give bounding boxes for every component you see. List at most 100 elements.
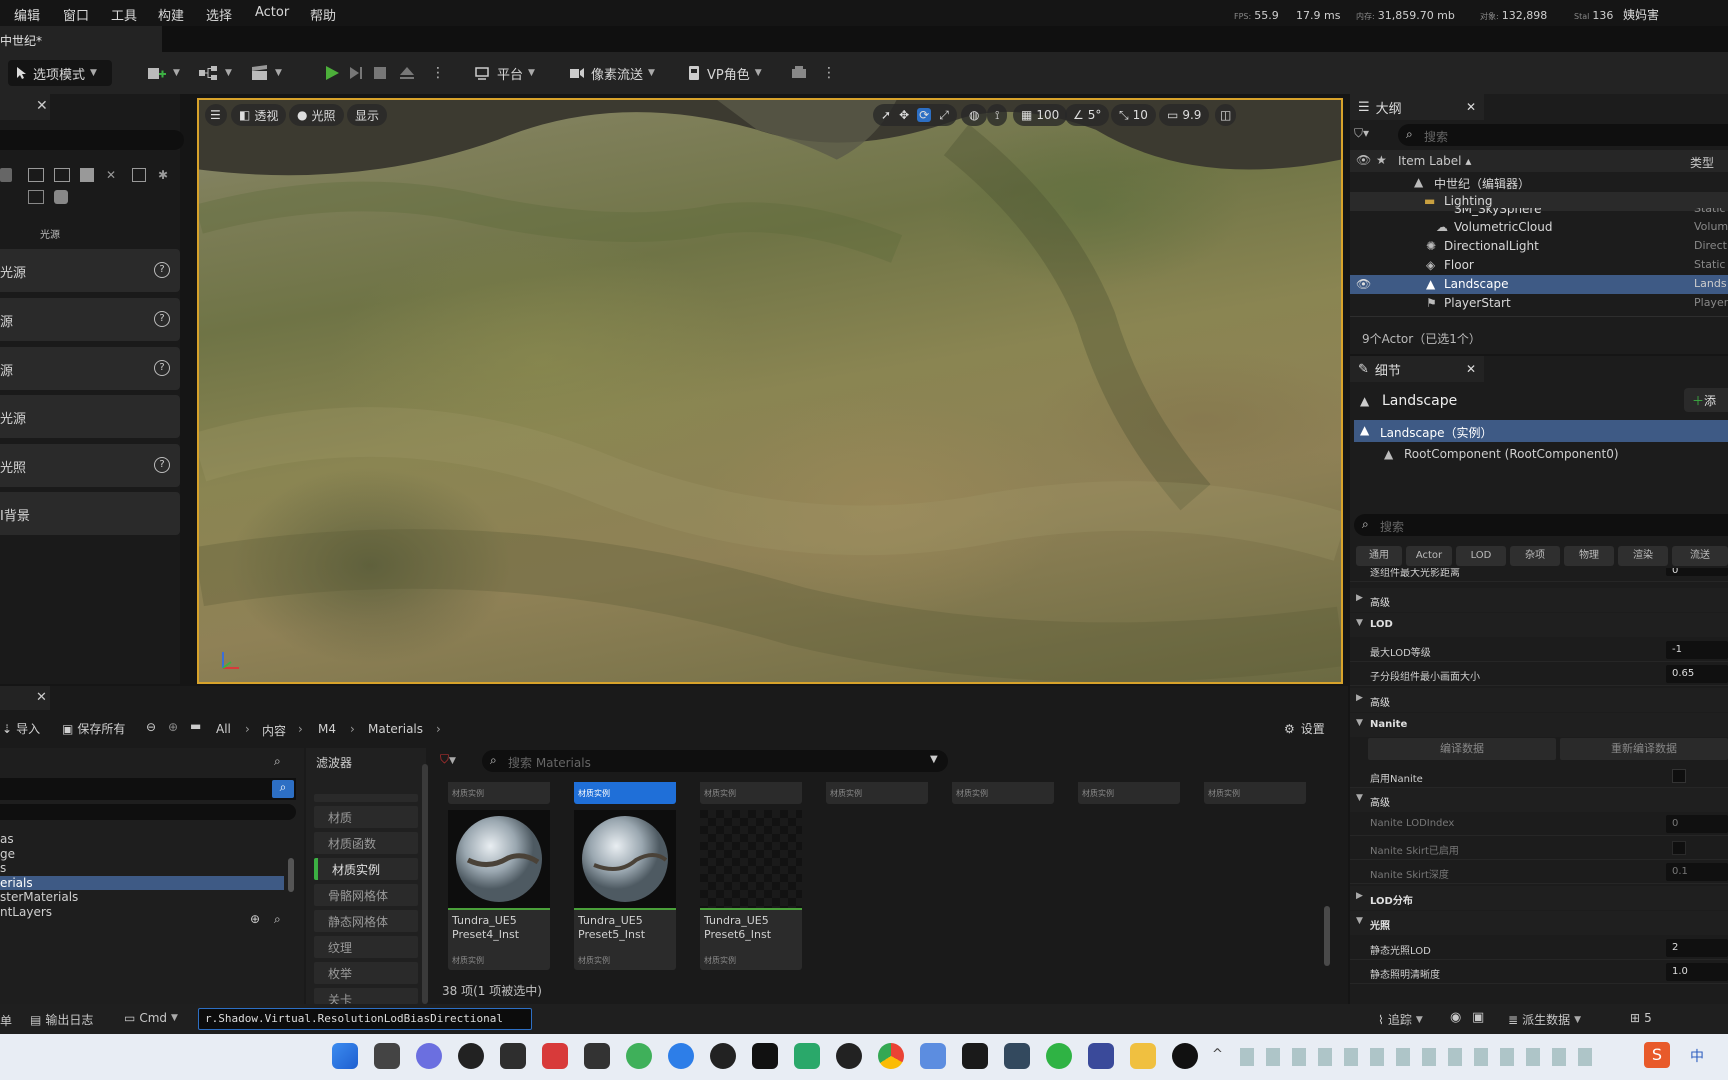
place-item-sky-light[interactable]: 光照?	[0, 444, 180, 487]
task-view-icon[interactable]	[374, 1043, 400, 1069]
visual-category-icon[interactable]	[132, 168, 146, 182]
move-icon[interactable]: ✥	[899, 108, 909, 122]
folder-item[interactable]: sterMaterials	[0, 890, 284, 905]
enable-nanite-checkbox[interactable]	[1672, 769, 1686, 783]
import-button[interactable]: ⇣ 导入	[2, 720, 40, 737]
asset-tile-partial[interactable]: 材质实例	[1078, 782, 1180, 804]
close-icon[interactable]: ✕	[36, 690, 47, 705]
epic-games-icon[interactable]	[752, 1043, 778, 1069]
filter-skeletal-mesh[interactable]: 骨骼网格体	[314, 884, 418, 906]
trace-button[interactable]: ⌇ 追踪 ▼	[1378, 1011, 1423, 1028]
asset-tile[interactable]: Tundra_UE5 Preset4_Inst 材质实例	[448, 810, 550, 970]
category-tab-rendering[interactable]: 渲染	[1618, 546, 1668, 566]
search-icon[interactable]: ⌕	[272, 780, 294, 798]
breadcrumb-content[interactable]: 内容	[262, 722, 286, 739]
rotate-icon[interactable]: ⟳	[917, 108, 932, 122]
root-component-row[interactable]: ▲ RootComponent (RootComponent0)	[1354, 444, 1728, 464]
platform-button[interactable]: 平台 ▼	[468, 60, 541, 86]
details-search-input[interactable]: ⌕ 搜索	[1354, 514, 1728, 536]
volume-category-icon[interactable]: ✱	[158, 168, 172, 182]
actor-name[interactable]: Landscape	[1382, 393, 1457, 409]
cinematics-button[interactable]: ▼	[244, 60, 288, 86]
static-lod-input[interactable]: 2	[1666, 939, 1728, 957]
visibility-icon[interactable]: 👁	[1356, 277, 1371, 291]
menu-actor[interactable]: Actor	[255, 5, 289, 20]
category-tab-general[interactable]: 通用	[1356, 546, 1402, 566]
cinematic-category-icon[interactable]: ✕	[106, 168, 122, 182]
category-tab-lod[interactable]: LOD	[1456, 546, 1506, 566]
settings-button[interactable]	[784, 60, 816, 86]
menu-select[interactable]: 选择	[206, 5, 232, 24]
search-icon[interactable]: ⌕	[274, 912, 281, 927]
help-icon[interactable]: ?	[154, 360, 170, 376]
qq-icon[interactable]	[458, 1043, 484, 1069]
folder-item[interactable]: s	[0, 861, 284, 876]
source-control-icon[interactable]: ◉	[1450, 1010, 1461, 1025]
section-advanced-lod[interactable]: ▶ 高级	[1350, 688, 1728, 712]
category-tab-physics[interactable]: 物理	[1564, 546, 1614, 566]
sources-search-input[interactable]	[0, 778, 296, 800]
forward-icon[interactable]: ⊕	[168, 720, 178, 734]
place-item-directional-light[interactable]: 光源?	[0, 249, 180, 292]
nanite-skirt-depth-input[interactable]: 0.1	[1666, 863, 1728, 881]
asset-tile-partial[interactable]: 材质实例	[1204, 782, 1306, 804]
outliner-search-input[interactable]: ⌕ 搜索	[1398, 124, 1728, 146]
place-item-rect-light[interactable]: 光源	[0, 395, 180, 438]
chat-icon[interactable]	[416, 1043, 442, 1069]
recent-category-icon[interactable]	[28, 168, 44, 182]
cmd-button[interactable]: ▭ Cmd ▼	[124, 1011, 178, 1025]
nanite-lod-input[interactable]: 0	[1666, 815, 1728, 833]
path-filter-input[interactable]	[0, 804, 296, 820]
asset-search-input[interactable]: ⌕ 搜索 Materials ▼	[482, 750, 948, 772]
console-input[interactable]: r.Shadow.Virtual.ResolutionLodBiasDirect…	[198, 1008, 532, 1030]
stop-button[interactable]	[367, 60, 393, 86]
lit-mode-button[interactable]: ● 光照	[289, 104, 344, 126]
place-item-point-light[interactable]: 源?	[0, 298, 180, 341]
chevron-down-icon[interactable]: ▼	[930, 754, 938, 765]
output-log-button[interactable]: ▤ 输出日志	[30, 1011, 93, 1028]
add-component-button[interactable]: ＋添	[1684, 388, 1728, 412]
column-item-label[interactable]: Item Label ▴	[1398, 154, 1471, 168]
sources-scrollbar[interactable]	[288, 858, 294, 892]
asset-tile-partial-selected[interactable]: 材质实例	[574, 782, 676, 804]
app-icon[interactable]	[920, 1043, 946, 1069]
folder-item-selected[interactable]: erials	[0, 875, 284, 890]
help-icon[interactable]: ?	[154, 311, 170, 327]
add-collection-icon[interactable]: ⊕	[250, 912, 260, 926]
derived-data-button[interactable]: ≣ 派生数据 ▼	[1508, 1011, 1581, 1028]
menu-build[interactable]: 构建	[158, 5, 184, 24]
breadcrumb-all[interactable]: All	[216, 722, 231, 736]
app-icon[interactable]	[1004, 1043, 1030, 1069]
filter-static-mesh[interactable]: 静态网格体	[314, 910, 418, 932]
surface-snap-button[interactable]: ⟟	[987, 104, 1008, 126]
tree-row-player-start[interactable]: ⚑ PlayerStart Player	[1350, 294, 1728, 313]
perspective-button[interactable]: ◧ 透视	[231, 104, 287, 126]
tree-row-sky-sphere[interactable]: SM_SkySphere Static	[1350, 208, 1728, 218]
asset-tile-partial[interactable]: 材质实例	[826, 782, 928, 804]
all-classes-icon[interactable]	[54, 190, 68, 204]
asset-filter-button[interactable]: ⛉▼	[440, 752, 470, 772]
asset-tile[interactable]: Tundra_UE5 Preset6_Inst 材质实例	[700, 810, 802, 970]
folder-item[interactable]: as	[0, 832, 284, 847]
filter-level[interactable]: 关卡	[314, 988, 418, 1004]
section-nanite[interactable]: ▼ Nanite	[1350, 713, 1728, 737]
nanite-rebuild-button[interactable]: 重新编译数据	[1560, 738, 1728, 760]
tree-row-directional-light[interactable]: ✺ DirectionalLight Direct	[1350, 237, 1728, 256]
tree-row-floor[interactable]: ◈ Floor Static	[1350, 256, 1728, 275]
back-icon[interactable]: ⊖	[146, 720, 156, 734]
breadcrumb-m4[interactable]: M4	[318, 722, 336, 736]
section-lod-distribution[interactable]: ▶ LOD分布	[1350, 886, 1728, 910]
filter-enum[interactable]: 枚举	[314, 962, 418, 984]
tree-row-landscape[interactable]: 👁 ▲ Landscape Lands	[1350, 275, 1728, 294]
tree-row-volumetric-cloud[interactable]: ☁ VolumetricCloud Volum	[1350, 218, 1728, 237]
folder-item[interactable]: ntLayers	[0, 905, 284, 920]
component-instance-row[interactable]: ▲ Landscape（实例）	[1354, 420, 1728, 442]
play-options-button[interactable]: ⋮	[425, 60, 451, 86]
close-icon[interactable]: ✕	[1466, 100, 1476, 114]
filter-material-function[interactable]: 材质函数	[314, 832, 418, 854]
sogou-ime-icon[interactable]: S	[1644, 1042, 1670, 1068]
tree-row-world[interactable]: ▲ 中世纪（编辑器）	[1350, 173, 1728, 192]
nanite-skirt-checkbox[interactable]	[1672, 841, 1686, 855]
level-tab[interactable]: 中世纪*	[0, 26, 162, 52]
asset-tile-partial[interactable]: 材质实例	[700, 782, 802, 804]
